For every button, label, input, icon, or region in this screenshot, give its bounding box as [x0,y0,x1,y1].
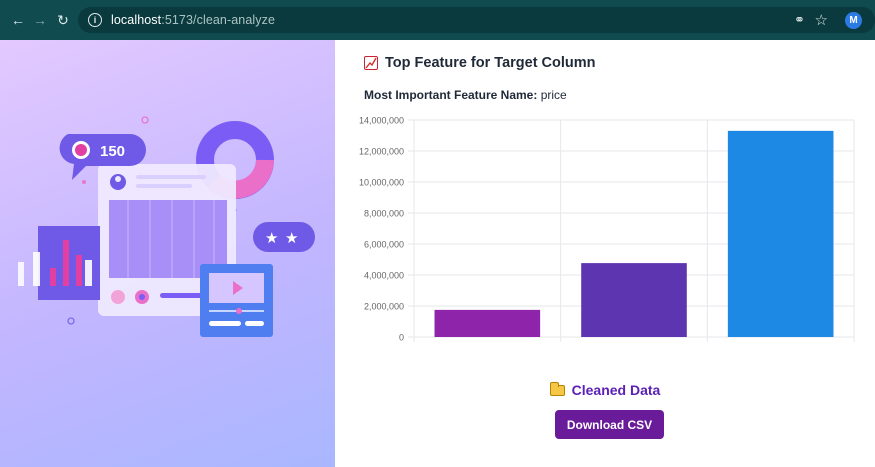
feature-bar-chart: 0 2,000,000 4,000,000 6,000,000 8,000,000 10,… [359,116,855,346]
decor-circle [67,317,75,325]
y-tick-label: 12,000,000 [359,147,404,157]
back-arrow-icon[interactable]: ← [8,10,28,30]
section-title: Top Feature for Target Column [364,55,596,71]
decor-circle [141,116,149,124]
forward-arrow-icon[interactable]: → [30,10,50,30]
x-tick-label: Max [772,345,790,346]
password-key-icon[interactable]: ⚭ [794,12,805,28]
cleaned-data-heading: Cleaned Data [335,381,875,398]
chart-increasing-icon [364,56,378,70]
browser-toolbar: ← → ↻ i localhost:5173/clean-analyze ⚭ ☆… [0,0,875,40]
section-title-text: Top Feature for Target Column [385,55,596,71]
cleaned-data-title: Cleaned Data [571,382,661,398]
main-content: Top Feature for Target Column Most Impor… [335,40,875,467]
feature-name-label: Most Important Feature Name: [364,88,538,102]
bookmark-star-icon[interactable]: ☆ [815,11,828,29]
bar-max [727,130,834,337]
heart-button-icon [111,290,125,304]
bar-chart-icon [18,226,100,300]
y-tick-label: 10,000,000 [359,178,404,188]
x-tick-label: Min [480,345,495,346]
y-tick-label: 8,000,000 [364,209,404,219]
url-host: localhost [111,13,162,27]
bar-avg [581,263,687,337]
y-tick-label: 14,000,000 [359,116,404,126]
dashboard-illustration: 150 ★ ★ [18,116,315,337]
video-player-icon [200,264,273,337]
y-tick-label: 6,000,000 [364,240,404,250]
heart-icon [75,144,87,156]
like-count: 150 [100,143,125,160]
bar-min [434,309,541,337]
url-text[interactable]: localhost:5173/clean-analyze [111,13,275,27]
folder-icon [549,381,565,396]
decor-dot [82,180,86,184]
site-info-icon[interactable]: i [88,13,102,27]
feature-name-line: Most Important Feature Name: price [364,88,567,102]
rating-pill: ★ ★ [253,222,315,252]
feature-name-value: price [540,88,567,102]
y-tick-label: 0 [399,333,404,343]
download-csv-button[interactable]: Download CSV [555,410,664,439]
address-bar[interactable]: i localhost:5173/clean-analyze ⚭ ☆ [78,7,875,33]
star-icon: ★ [265,229,278,247]
profile-avatar[interactable]: M [845,12,862,29]
illustration-panel: 150 ★ ★ [0,40,335,467]
y-tick-label: 2,000,000 [364,302,404,312]
reload-icon[interactable]: ↻ [53,10,73,30]
url-path: :5173/clean-analyze [161,13,276,27]
x-tick-label: Avg [626,345,641,346]
star-icon: ★ [285,229,298,247]
y-tick-label: 4,000,000 [364,271,404,281]
